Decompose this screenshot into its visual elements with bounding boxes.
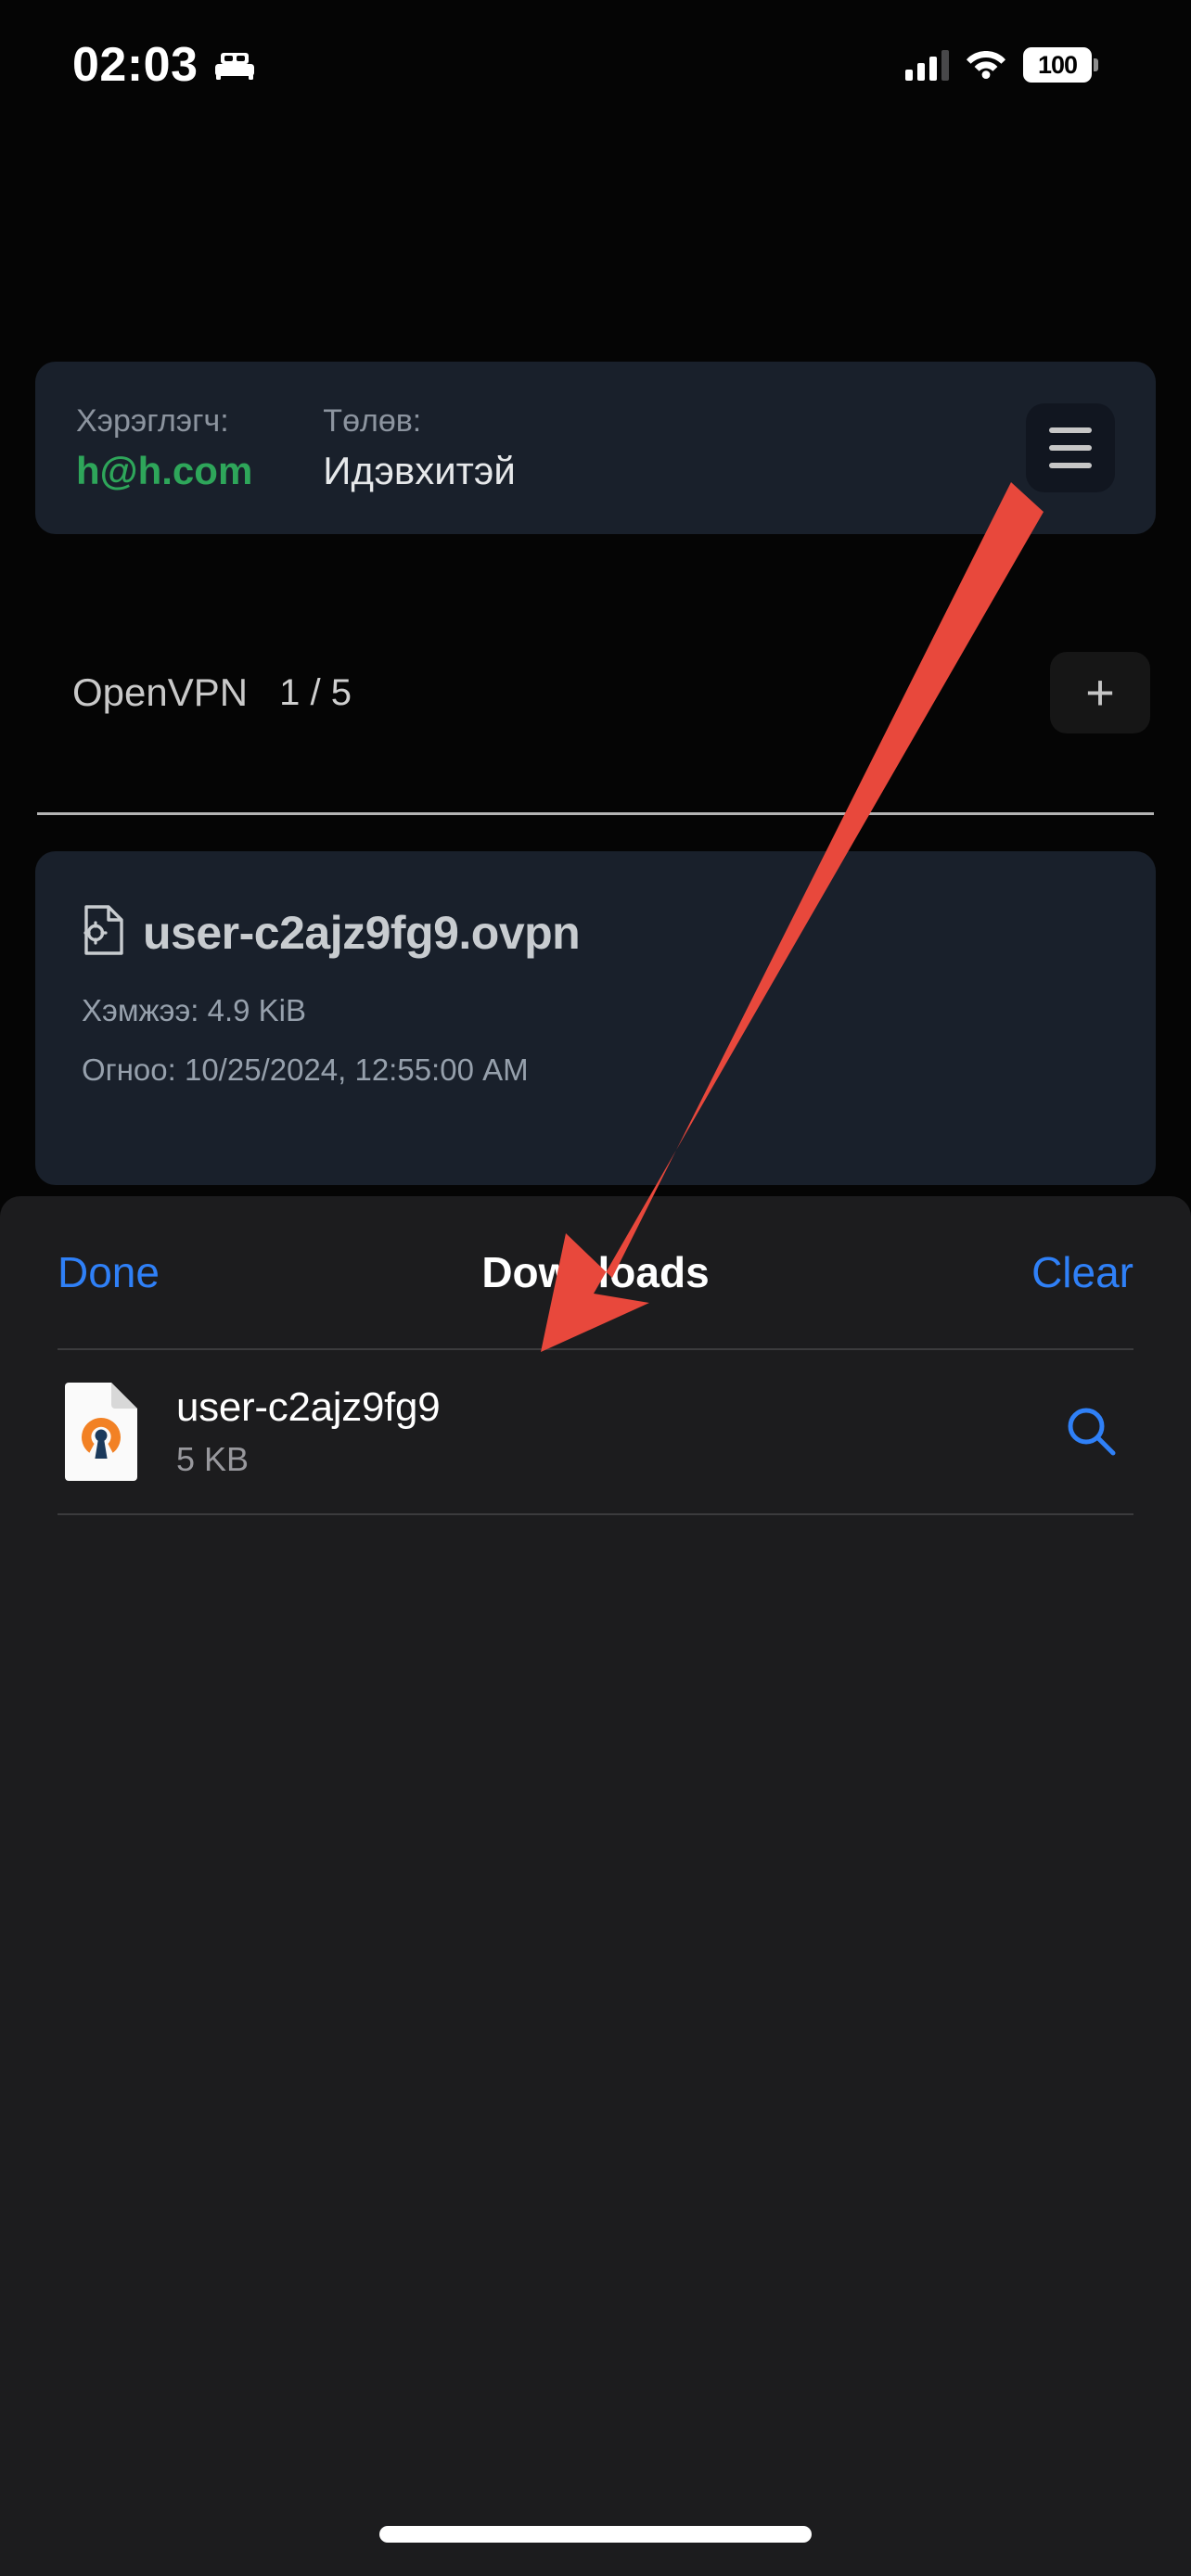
clear-button[interactable]: Clear xyxy=(1031,1247,1133,1297)
account-fields: Хэрэглэгч: h@h.com Төлөв: Идэвхитэй xyxy=(35,403,516,493)
account-card: Хэрэглэгч: h@h.com Төлөв: Идэвхитэй xyxy=(35,362,1156,534)
wifi-icon xyxy=(966,47,1006,83)
download-filename: user-c2ajz9fg9 xyxy=(176,1384,441,1430)
hamburger-menu-icon[interactable] xyxy=(1026,403,1115,492)
download-filesize: 5 KB xyxy=(176,1440,250,1478)
battery-level-label: 100 xyxy=(1023,47,1092,83)
profile-size: Хэмжээ: 4.9 KiB xyxy=(82,993,307,1027)
phone-screen: 02:03 100 Хэрэглэгч: h@h.com Төлөв: Идэв… xyxy=(0,0,1191,2576)
done-button[interactable]: Done xyxy=(58,1247,160,1297)
search-icon[interactable] xyxy=(1050,1390,1133,1473)
downloads-sheet-title: Downloads xyxy=(481,1248,710,1296)
profile-filename: user-c2ajz9fg9.ovpn xyxy=(143,906,581,959)
home-indicator xyxy=(379,2526,812,2543)
profile-date: Огноо: 10/25/2024, 12:55:00 AM xyxy=(82,1052,529,1087)
openvpn-section-row: OpenVPN 1 / 5 + xyxy=(0,623,1191,762)
account-status-field: Төлөв: Идэвхитэй xyxy=(323,403,516,493)
section-profile-count: 1 / 5 xyxy=(279,671,352,713)
bed-icon xyxy=(213,49,256,81)
status-time: 02:03 xyxy=(72,38,198,92)
status-bar-left: 02:03 xyxy=(72,37,256,93)
account-user-label: Хэрэглэгч: xyxy=(76,402,229,439)
battery-icon: 100 xyxy=(1023,47,1098,83)
download-file-info: user-c2ajz9fg9 5 KB xyxy=(176,1384,1015,1479)
add-profile-button[interactable]: + xyxy=(1050,652,1150,733)
vpn-profile-card[interactable]: user-c2ajz9fg9.ovpn Хэмжээ: 4.9 KiB Огно… xyxy=(35,851,1156,1185)
account-user-field: Хэрэглэгч: h@h.com xyxy=(76,403,252,493)
profile-name-row: user-c2ajz9fg9.ovpn xyxy=(82,905,1115,960)
status-bar: 02:03 100 xyxy=(0,0,1191,130)
account-user-value: h@h.com xyxy=(76,448,253,492)
openvpn-file-icon xyxy=(61,1381,141,1483)
cellular-signal-icon xyxy=(905,49,949,81)
downloads-sheet: Done Downloads Clear user-c2ajz9fg9 5 KB xyxy=(0,1196,1191,2576)
account-status-label: Төлөв: xyxy=(323,402,422,439)
list-item[interactable]: user-c2ajz9fg9 5 KB xyxy=(0,1350,1191,1513)
section-title: OpenVPN xyxy=(72,670,249,714)
account-status-value: Идэвхитэй xyxy=(323,448,516,492)
section-divider xyxy=(37,812,1154,815)
sheet-item-divider xyxy=(58,1513,1133,1515)
downloads-sheet-header: Done Downloads Clear xyxy=(0,1196,1191,1348)
status-bar-right: 100 xyxy=(905,47,1098,83)
document-gear-icon xyxy=(82,905,124,960)
